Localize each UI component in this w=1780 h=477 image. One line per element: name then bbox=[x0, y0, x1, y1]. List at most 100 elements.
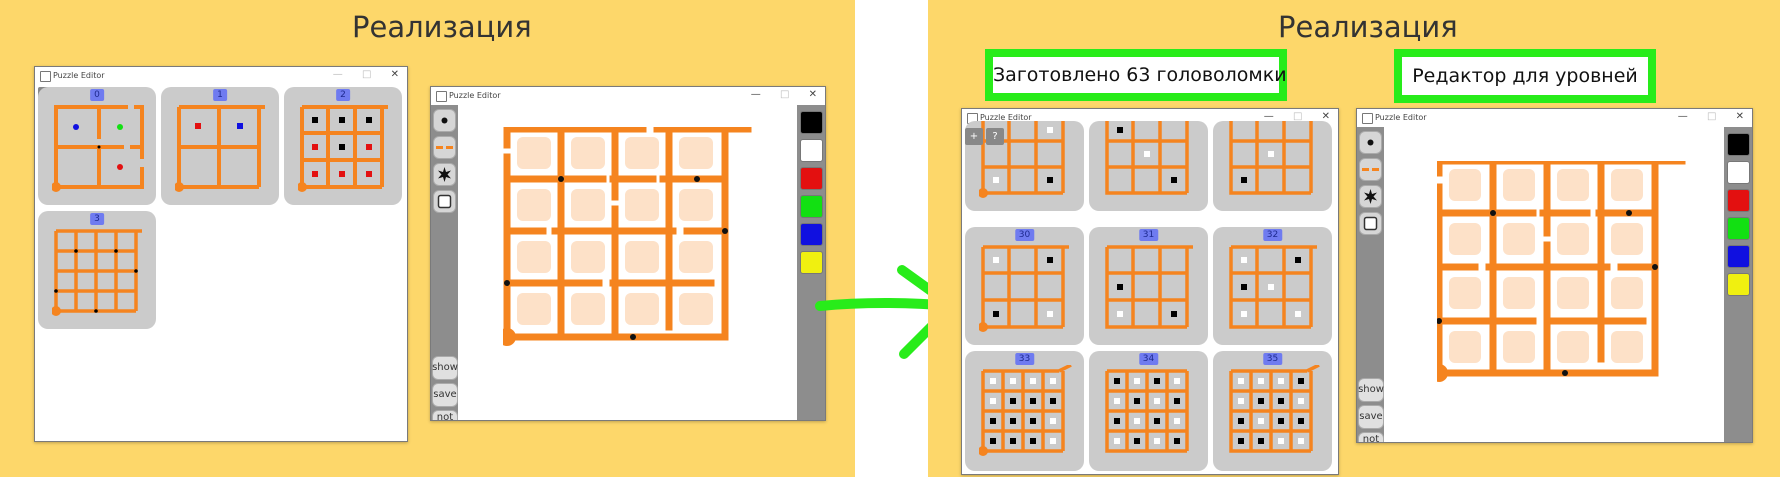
titlebar: Puzzle Editor — □ ✕ bbox=[35, 67, 407, 85]
puzzle-number: 33 bbox=[1014, 353, 1035, 365]
right-slide-title: Реализация bbox=[1278, 10, 1458, 44]
color-palette bbox=[1724, 127, 1752, 442]
puzzle-card-35[interactable]: 35 bbox=[1213, 351, 1332, 471]
puzzle-thumbnail bbox=[1229, 121, 1313, 195]
show-button[interactable]: show bbox=[1358, 378, 1384, 402]
puzzle-card-partial[interactable] bbox=[1213, 121, 1332, 211]
right-slide: Реализация Заготовлено 63 головоломки Ре… bbox=[928, 0, 1780, 477]
puzzle-thumbnail bbox=[52, 105, 144, 192]
puzzle-number: 2 bbox=[336, 89, 350, 101]
puzzle-card-34[interactable]: 34 bbox=[1089, 351, 1208, 471]
puzzle-number: 32 bbox=[1262, 229, 1283, 241]
minimize-button[interactable]: — bbox=[751, 89, 761, 100]
editor-window-left: Puzzle Editor — □ ✕ show save not save bbox=[430, 86, 826, 421]
minimize-button[interactable]: — bbox=[333, 69, 343, 80]
left-slide-title: Реализация bbox=[352, 10, 532, 44]
minimize-button[interactable]: — bbox=[1678, 111, 1688, 122]
square-icon bbox=[1363, 216, 1378, 231]
puzzle-number: 31 bbox=[1138, 229, 1159, 241]
color-swatch-blue[interactable] bbox=[800, 223, 823, 246]
square-tool[interactable] bbox=[1359, 212, 1382, 235]
add-puzzle-button[interactable]: + bbox=[965, 128, 983, 145]
gallery-window-right: Puzzle Editor — □ ✕ + ? 30 31 32 33 34 3… bbox=[961, 108, 1339, 475]
puzzle-card-33[interactable]: 33 bbox=[965, 351, 1084, 471]
puzzle-number: 0 bbox=[90, 89, 104, 101]
color-swatch-black[interactable] bbox=[1727, 133, 1750, 156]
tool-sidebar: show save not save bbox=[431, 105, 458, 420]
square-icon bbox=[437, 194, 452, 209]
window-title: Puzzle Editor bbox=[449, 91, 501, 100]
puzzle-card-partial[interactable] bbox=[1089, 121, 1208, 211]
square-tool[interactable] bbox=[433, 190, 456, 213]
puzzle-thumbnail bbox=[52, 229, 142, 316]
star-tool[interactable] bbox=[1359, 185, 1382, 208]
color-swatch-green[interactable] bbox=[1727, 217, 1750, 240]
save-button[interactable]: save bbox=[1358, 405, 1384, 429]
not-save-button[interactable]: not save bbox=[1358, 432, 1384, 442]
puzzle-number: 1 bbox=[213, 89, 227, 101]
puzzle-thumbnail bbox=[979, 245, 1069, 332]
puzzle-thumbnail bbox=[1105, 121, 1189, 195]
star-icon bbox=[1364, 189, 1377, 204]
callout-prepared: Заготовлено 63 головоломки bbox=[985, 49, 1287, 101]
maximize-button[interactable]: □ bbox=[362, 69, 371, 80]
dashed-line-icon bbox=[1362, 168, 1379, 171]
puzzle-card-30[interactable]: 30 bbox=[965, 227, 1084, 345]
app-icon bbox=[436, 91, 447, 102]
puzzle-thumbnail bbox=[1105, 369, 1189, 453]
color-swatch-black[interactable] bbox=[800, 111, 823, 134]
puzzle-card-2[interactable]: 2 bbox=[284, 87, 402, 205]
puzzle-thumbnail bbox=[1229, 365, 1320, 453]
window-title: Puzzle Editor bbox=[53, 71, 105, 80]
color-swatch-green[interactable] bbox=[800, 195, 823, 218]
puzzle-thumbnail bbox=[298, 105, 388, 192]
maximize-button[interactable]: □ bbox=[1707, 111, 1716, 122]
puzzle-card-0[interactable]: 0 bbox=[38, 87, 156, 205]
color-swatch-red[interactable] bbox=[1727, 189, 1750, 212]
puzzle-card-3[interactable]: 3 bbox=[38, 211, 156, 329]
color-swatch-white[interactable] bbox=[1727, 161, 1750, 184]
puzzle-card-32[interactable]: 32 bbox=[1213, 227, 1332, 345]
puzzle-thumbnail bbox=[175, 105, 265, 192]
app-icon bbox=[40, 71, 51, 82]
dashed-line-icon bbox=[436, 146, 453, 149]
titlebar: Puzzle Editor — □ ✕ bbox=[431, 87, 825, 105]
puzzle-thumbnail bbox=[979, 365, 1072, 456]
star-tool[interactable] bbox=[433, 163, 456, 186]
close-button[interactable]: ✕ bbox=[391, 69, 399, 80]
close-button[interactable]: ✕ bbox=[1736, 111, 1744, 122]
gap-tool[interactable] bbox=[433, 136, 456, 159]
show-button[interactable]: show bbox=[432, 356, 458, 380]
not-save-button[interactable]: not save bbox=[432, 410, 458, 420]
color-swatch-yellow[interactable] bbox=[1727, 273, 1750, 296]
left-slide: Реализация Puzzle Editor — □ ✕ + ? 0 bbox=[0, 0, 855, 477]
color-swatch-white[interactable] bbox=[800, 139, 823, 162]
color-swatch-blue[interactable] bbox=[1727, 245, 1750, 268]
puzzle-card-31[interactable]: 31 bbox=[1089, 227, 1208, 345]
dot-icon bbox=[441, 117, 448, 124]
puzzle-card-1[interactable]: 1 bbox=[161, 87, 279, 205]
close-button[interactable]: ✕ bbox=[809, 89, 817, 100]
puzzle-number: 30 bbox=[1014, 229, 1035, 241]
titlebar: Puzzle Editor — □ ✕ bbox=[1357, 109, 1752, 127]
tool-sidebar: show save not save bbox=[1357, 127, 1384, 442]
app-icon bbox=[1362, 113, 1373, 124]
window-title: Puzzle Editor bbox=[1375, 113, 1427, 122]
puzzle-number: 34 bbox=[1138, 353, 1159, 365]
callout-editor: Редактор для уровней bbox=[1394, 49, 1656, 103]
star-icon bbox=[438, 167, 451, 182]
puzzle-canvas[interactable] bbox=[1437, 161, 1702, 401]
save-button[interactable]: save bbox=[432, 383, 458, 407]
puzzle-canvas[interactable] bbox=[503, 127, 768, 382]
puzzle-thumbnail bbox=[1105, 245, 1193, 329]
puzzle-thumbnail bbox=[1229, 245, 1317, 329]
dot-tool[interactable] bbox=[1359, 131, 1382, 154]
puzzle-number: 35 bbox=[1262, 353, 1283, 365]
gap-tool[interactable] bbox=[1359, 158, 1382, 181]
puzzle-number: 3 bbox=[90, 213, 104, 225]
help-button[interactable]: ? bbox=[986, 128, 1004, 145]
gallery-window-left: Puzzle Editor — □ ✕ + ? 0 bbox=[34, 66, 408, 442]
dot-tool[interactable] bbox=[433, 109, 456, 132]
color-swatch-red[interactable] bbox=[800, 167, 823, 190]
maximize-button[interactable]: □ bbox=[780, 89, 789, 100]
